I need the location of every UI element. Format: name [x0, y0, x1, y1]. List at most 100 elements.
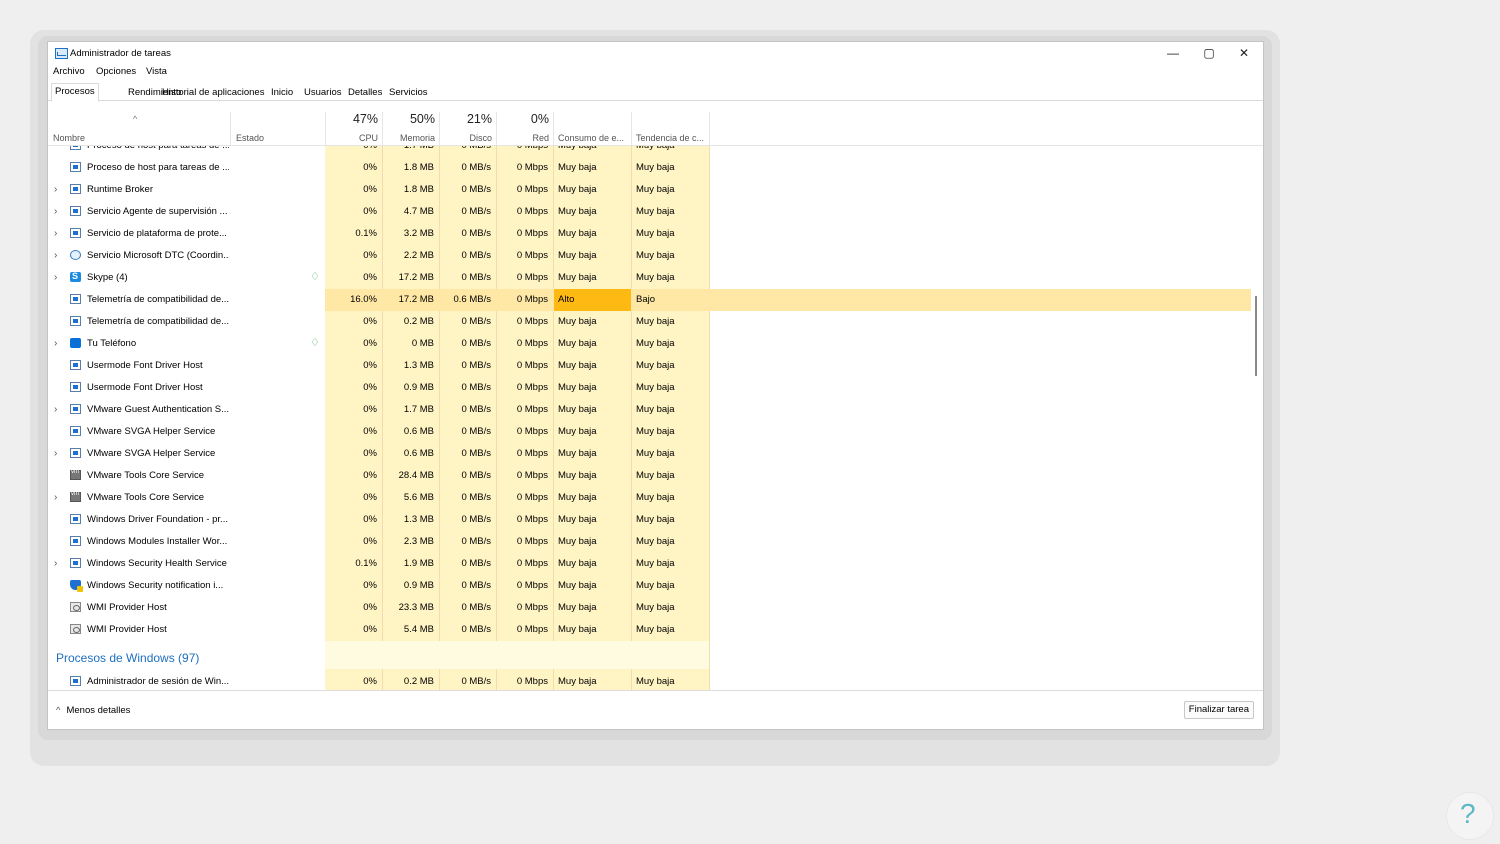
power-usage-value: Muy baja: [558, 448, 597, 459]
memory-value: 17.2 MB: [398, 272, 434, 283]
expand-chevron-icon[interactable]: ›: [54, 553, 57, 575]
disk-value: 0 MB/s: [461, 206, 491, 217]
column-cpu[interactable]: 47% CPU: [325, 112, 383, 145]
power-trend-value: Muy baja: [636, 250, 675, 261]
tab-procesos[interactable]: Procesos: [51, 83, 99, 102]
expand-chevron-icon[interactable]: ›: [54, 201, 57, 223]
process-row[interactable]: › VMware Tools Core Service 0% 5.6 MB 0 MB/s…: [48, 487, 1251, 509]
expand-chevron-icon[interactable]: ›: [54, 179, 57, 201]
footer-bar: ^ Menos detalles Finalizar tarea: [48, 690, 1263, 729]
memory-value: 3.2 MB: [403, 228, 434, 239]
column-status[interactable]: Estado: [230, 112, 326, 145]
process-row[interactable]: VMware SVGA Helper Service 0% 0.6 MB 0 MB/s…: [48, 421, 1251, 443]
cpu-value: 0%: [363, 338, 377, 349]
maximize-button[interactable]: ▢: [1192, 44, 1226, 62]
process-row[interactable]: › Skype (4) ♢ 0% 17.2 MB 0 MB/s 0 Mbps Muy baja…: [48, 267, 1251, 289]
power-usage-value: Muy baja: [558, 250, 597, 261]
window-icon: [70, 316, 81, 326]
process-row[interactable]: › Windows Security Health Service 0.1% 1.9 …: [48, 553, 1251, 575]
column-memory[interactable]: 50% Memoria: [383, 112, 440, 145]
process-row[interactable]: Windows Driver Foundation - pr... 0% 1.3 M…: [48, 509, 1251, 531]
process-row[interactable]: › Runtime Broker 0% 1.8 MB 0 MB/s 0 Mbps Muy b…: [48, 179, 1251, 201]
column-disk[interactable]: 21% Disco: [440, 112, 497, 145]
tab-detalles[interactable]: Detalles: [345, 85, 385, 100]
tab-bar: Procesos Rendimiento Historial de aplica…: [48, 83, 1263, 102]
network-value: 0 Mbps: [516, 162, 548, 173]
disk-value: 0 MB/s: [461, 492, 491, 503]
menu-archivo[interactable]: Archivo: [53, 66, 85, 77]
process-row[interactable]: › VMware Guest Authentication S... 0% 1.7 M…: [48, 399, 1251, 421]
network-value: 0 Mbps: [516, 382, 548, 393]
title-bar[interactable]: Administrador de tareas — ▢ ✕: [48, 42, 1263, 64]
menu-vista[interactable]: Vista: [146, 66, 167, 77]
power-usage-value: Muy baja: [558, 316, 597, 327]
network-value: 0 Mbps: [516, 316, 548, 327]
tab-servicios[interactable]: Servicios: [386, 85, 431, 100]
process-row[interactable]: Telemetría de compatibilidad de... 0% 0.2 …: [48, 311, 1251, 333]
expand-chevron-icon[interactable]: ›: [54, 223, 57, 245]
menu-opciones[interactable]: Opciones: [96, 66, 136, 77]
memory-value: 0.6 MB: [403, 426, 434, 437]
power-usage-value: Muy baja: [558, 206, 597, 217]
process-row[interactable]: › Servicio Agente de supervisión ... 0% 4.7…: [48, 201, 1251, 223]
process-name: Servicio Microsoft DTC (Coordin...: [87, 250, 229, 261]
power-trend-value: Muy baja: [636, 382, 675, 393]
process-row[interactable]: Usermode Font Driver Host 0% 0.9 MB 0 MB/s 0…: [48, 377, 1251, 399]
cpu-value: 0%: [363, 514, 377, 525]
phone-icon: [70, 338, 81, 348]
close-button[interactable]: ✕: [1227, 44, 1261, 62]
power-usage-value: Muy baja: [558, 536, 597, 547]
memory-value: 4.7 MB: [403, 206, 434, 217]
power-usage-value: Muy baja: [558, 470, 597, 481]
process-row[interactable]: WMI Provider Host 0% 23.3 MB 0 MB/s 0 Mbps Mu…: [48, 597, 1251, 619]
window-icon: [70, 514, 81, 524]
end-task-button[interactable]: Finalizar tarea: [1183, 701, 1254, 719]
process-name: VMware Tools Core Service: [87, 492, 205, 503]
process-row[interactable]: Proceso de host para tareas de ... 0% 1.7 …: [48, 146, 1251, 157]
disk-value: 0 MB/s: [461, 228, 491, 239]
expand-chevron-icon[interactable]: ›: [54, 245, 57, 267]
column-name[interactable]: Nombre: [48, 112, 230, 145]
vertical-scrollbar[interactable]: [1253, 146, 1259, 691]
tab-usuarios[interactable]: Usuarios: [301, 85, 345, 100]
network-value: 0 Mbps: [516, 580, 548, 591]
scrollbar-thumb[interactable]: [1255, 296, 1257, 376]
process-row[interactable]: › Servicio de plataforma de prote... 0.1% 3…: [48, 223, 1251, 245]
minimize-button[interactable]: —: [1156, 44, 1190, 62]
power-usage-value: Muy baja: [558, 426, 597, 437]
process-row[interactable]: Usermode Font Driver Host 0% 1.3 MB 0 MB/s 0…: [48, 355, 1251, 377]
expand-chevron-icon[interactable]: ›: [54, 333, 57, 355]
less-details-link[interactable]: ^ Menos detalles: [56, 705, 130, 716]
group-header[interactable]: Procesos de Windows (97): [48, 641, 1251, 669]
process-row[interactable]: WMI Provider Host 0% 5.4 MB 0 MB/s 0 Mbps Muy…: [48, 619, 1251, 641]
power-trend-value: Muy baja: [636, 404, 675, 415]
disk-value: 0 MB/s: [461, 558, 491, 569]
expand-chevron-icon[interactable]: ›: [54, 443, 57, 465]
expand-chevron-icon[interactable]: ›: [54, 399, 57, 421]
process-row[interactable]: › VMware SVGA Helper Service 0% 0.6 MB 0 MB/…: [48, 443, 1251, 465]
power-usage-value: Muy baja: [558, 624, 597, 635]
memory-value: 5.6 MB: [403, 492, 434, 503]
expand-chevron-icon[interactable]: ›: [54, 487, 57, 509]
process-row[interactable]: › Servicio Microsoft DTC (Coordin... 0% 2.2…: [48, 245, 1251, 267]
power-usage-value: Muy baja: [558, 162, 597, 173]
process-row[interactable]: VMware Tools Core Service 0% 28.4 MB 0 MB/s…: [48, 465, 1251, 487]
process-name: WMI Provider Host: [87, 624, 167, 635]
disk-value: 0 MB/s: [461, 162, 491, 173]
column-network[interactable]: 0% Red: [497, 112, 554, 145]
process-row[interactable]: › Tu Teléfono ♢ 0% 0 MB 0 MB/s 0 Mbps Muy baja M…: [48, 333, 1251, 355]
disk-value: 0 MB/s: [461, 676, 491, 687]
expand-chevron-icon[interactable]: ›: [54, 267, 57, 289]
tab-historial[interactable]: Historial de aplicaciones: [159, 85, 267, 100]
power-trend-value: Muy baja: [636, 272, 675, 283]
column-power[interactable]: Consumo de e...: [554, 112, 632, 145]
process-row[interactable]: Telemetría de compatibilidad de... 16.0% 1…: [48, 289, 1251, 311]
network-value: 0 Mbps: [516, 492, 548, 503]
process-row[interactable]: Windows Modules Installer Wor... 0% 2.3 MB…: [48, 531, 1251, 553]
memory-value: 0.9 MB: [403, 580, 434, 591]
process-row[interactable]: Proceso de host para tareas de ... 0% 1.8 …: [48, 157, 1251, 179]
process-row[interactable]: Windows Security notification i... 0% 0.9 …: [48, 575, 1251, 597]
tab-inicio[interactable]: Inicio: [268, 85, 296, 100]
column-power-trend[interactable]: Tendencia de c...: [632, 112, 710, 145]
process-row[interactable]: Administrador de sesión de Win... 0% 0.2 M…: [48, 671, 1251, 691]
